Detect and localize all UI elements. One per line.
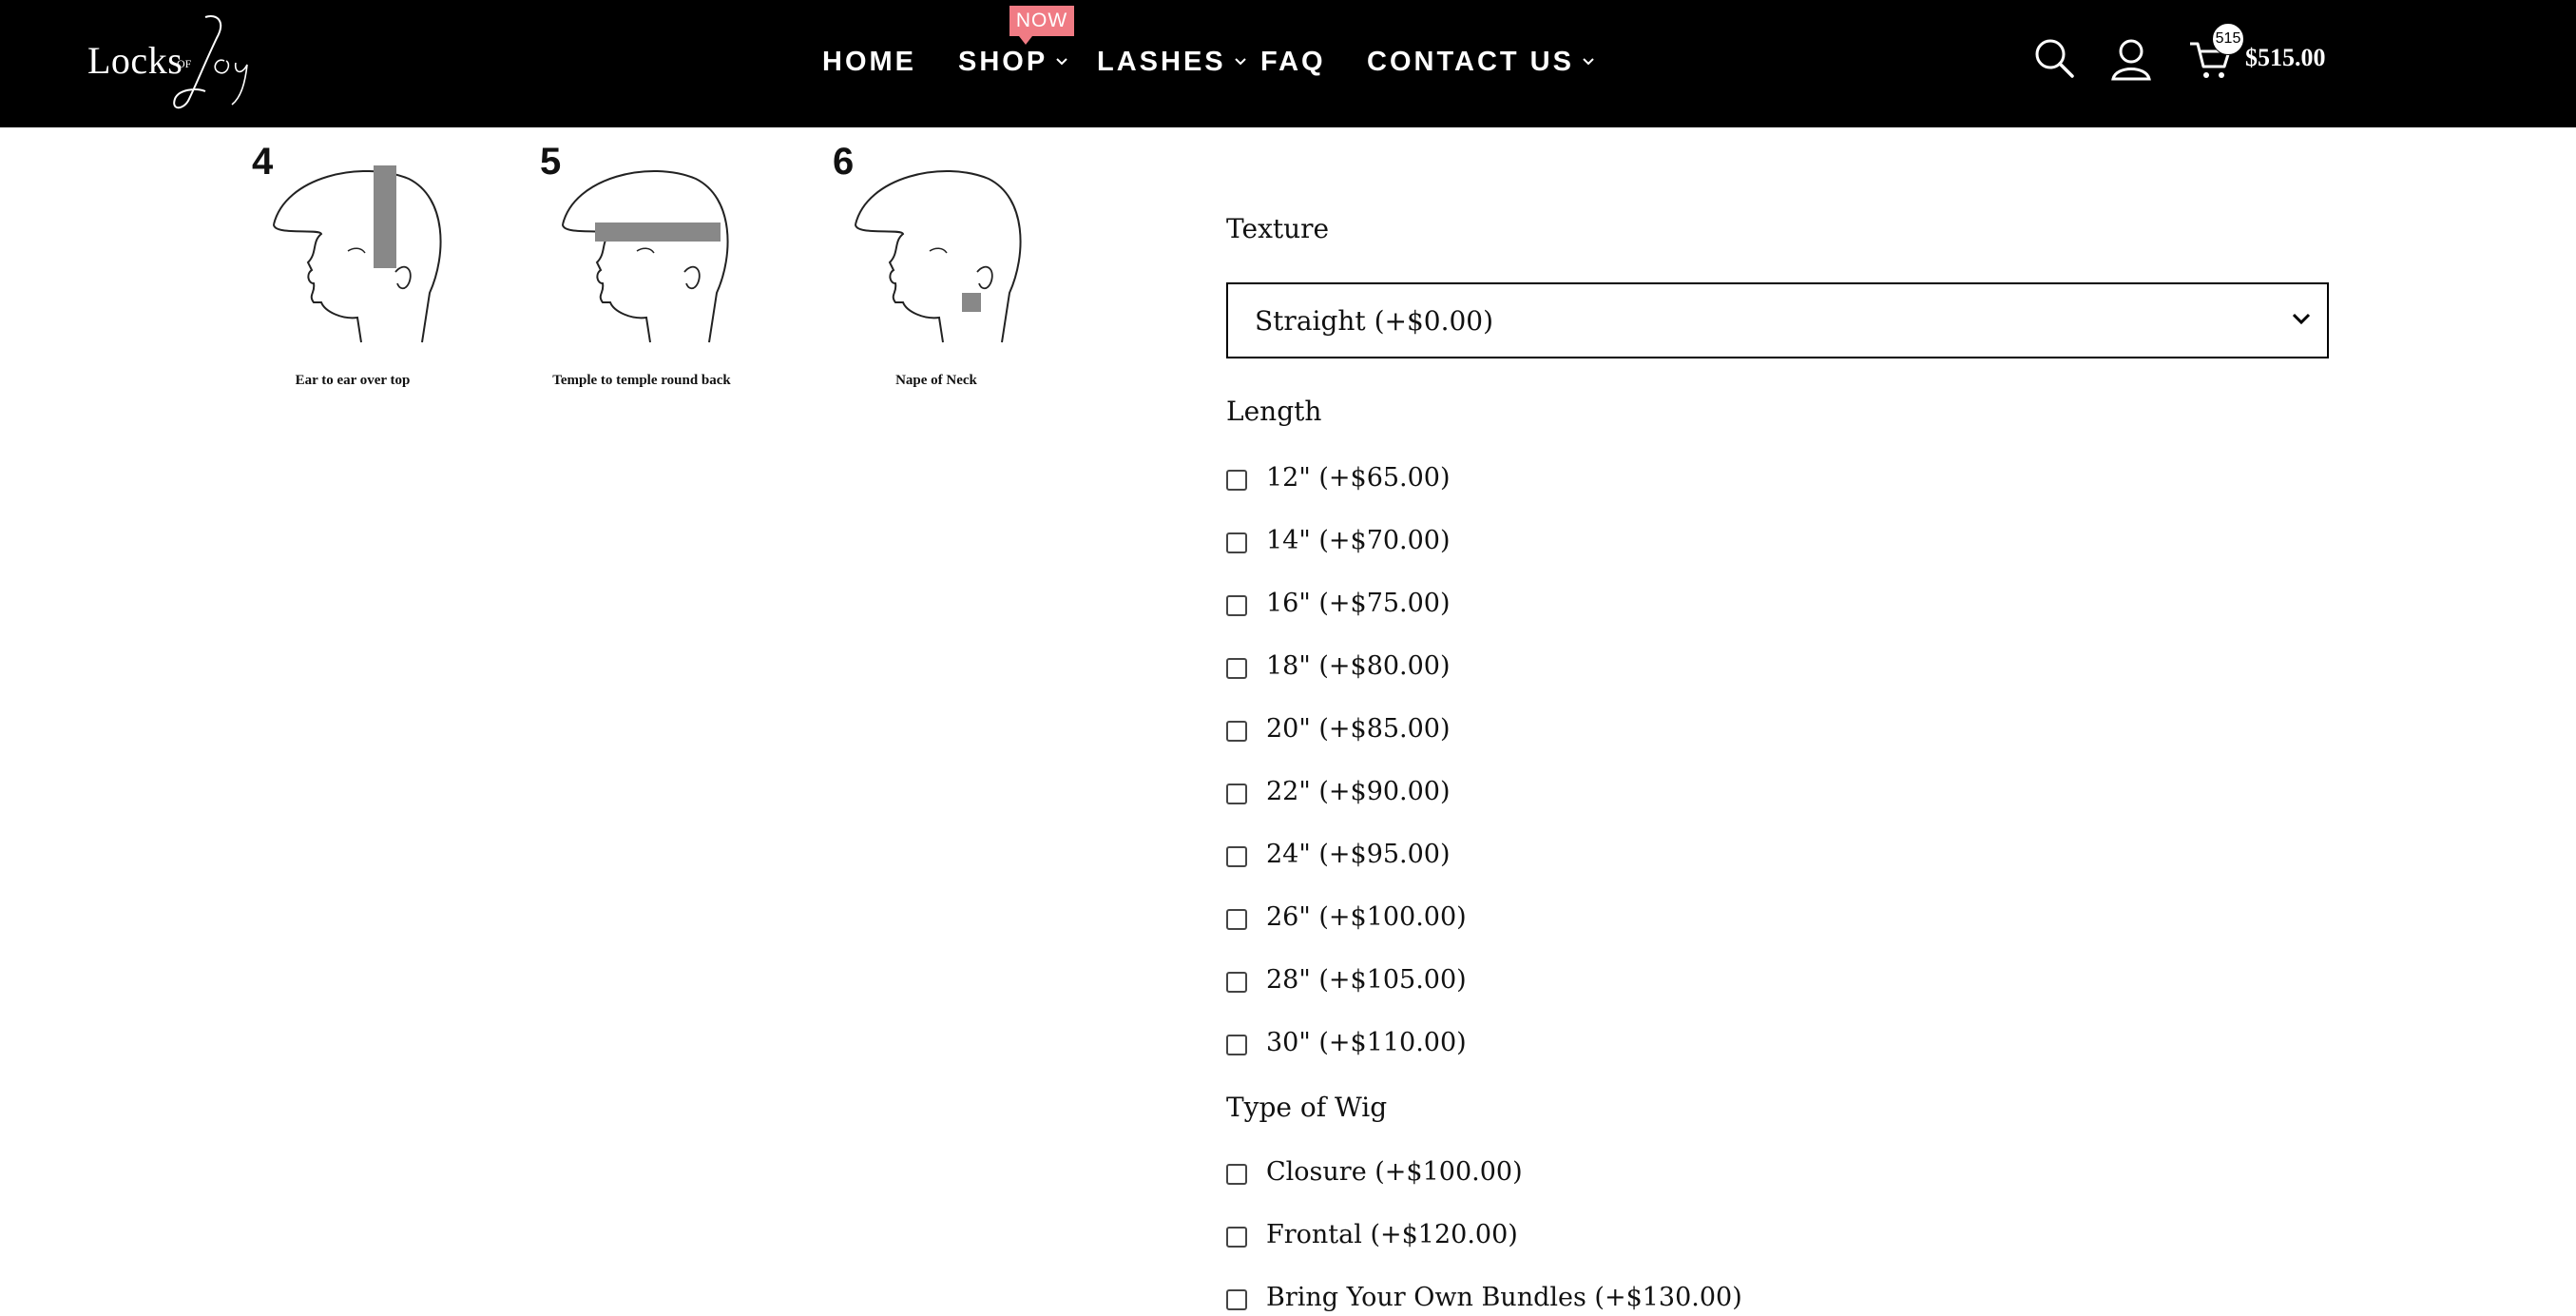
head-profile-image	[855, 170, 1022, 343]
nav-home[interactable]: HOME	[822, 38, 916, 86]
cart-count-badge: 515	[2212, 23, 2244, 55]
diagram-caption: Nape of Neck	[895, 373, 977, 388]
length-checkbox[interactable]	[1226, 972, 1247, 993]
wig-type-option[interactable]: Frontal (+$120.00)	[1226, 1215, 1518, 1253]
nav-shop[interactable]: SHOP	[958, 38, 1068, 86]
length-checkbox[interactable]	[1226, 909, 1247, 930]
wig-type-option-label: Closure (+$100.00)	[1266, 1156, 1523, 1187]
nav-lashes[interactable]: LASHES	[1097, 38, 1247, 86]
nav-contact[interactable]: CONTACT US	[1367, 38, 1595, 86]
chevron-down-icon	[1234, 58, 1246, 66]
measurement-diagram-6: 6 Nape of Neck	[798, 141, 1074, 397]
nav-home-label: HOME	[822, 46, 916, 77]
length-option-label: 14" (+$70.00)	[1266, 525, 1451, 555]
wig-type-label: Type of Wig	[1226, 1092, 1388, 1123]
nav-shop-label: SHOP	[958, 46, 1048, 77]
nav-contact-label: CONTACT US	[1367, 46, 1574, 77]
wig-type-option[interactable]: Closure (+$100.00)	[1226, 1152, 1523, 1190]
length-option-label: 22" (+$90.00)	[1266, 776, 1451, 806]
length-checkbox[interactable]	[1226, 470, 1247, 491]
length-checkbox[interactable]	[1226, 595, 1247, 616]
length-option[interactable]: 26" (+$100.00)	[1226, 898, 1467, 936]
length-checkbox[interactable]	[1226, 846, 1247, 867]
length-option[interactable]: 30" (+$110.00)	[1226, 1023, 1467, 1061]
length-checkbox[interactable]	[1226, 721, 1247, 742]
user-icon	[2111, 39, 2151, 81]
length-option-label: 16" (+$75.00)	[1266, 588, 1451, 618]
chevron-down-icon	[1583, 58, 1594, 66]
length-label: Length	[1226, 396, 1322, 427]
cart-total[interactable]: $515.00	[2245, 44, 2326, 72]
length-checkbox[interactable]	[1226, 658, 1247, 679]
length-option-label: 24" (+$95.00)	[1266, 839, 1451, 869]
texture-selected-value: Straight (+$0.00)	[1255, 305, 1494, 337]
length-option-label: 30" (+$110.00)	[1266, 1027, 1467, 1057]
length-option-label: 20" (+$85.00)	[1266, 713, 1451, 744]
length-option[interactable]: 28" (+$105.00)	[1226, 960, 1467, 998]
length-option[interactable]: 12" (+$65.00)	[1226, 458, 1451, 496]
logo-text: Locks	[87, 39, 183, 82]
length-option[interactable]: 16" (+$75.00)	[1226, 584, 1451, 622]
nav-faq[interactable]: FAQ	[1260, 38, 1326, 86]
length-checkbox[interactable]	[1226, 532, 1247, 553]
measurement-diagram-4: 4 Ear to ear over top	[219, 141, 494, 397]
head-profile-image	[273, 165, 442, 343]
chevron-down-icon	[1056, 58, 1067, 66]
search-icon	[2035, 39, 2074, 78]
wig-type-checkbox[interactable]	[1226, 1227, 1247, 1248]
search-button[interactable]	[2032, 36, 2078, 82]
length-option-label: 18" (+$80.00)	[1266, 650, 1451, 681]
wig-type-checkbox[interactable]	[1226, 1164, 1247, 1185]
diagram-caption: Ear to ear over top	[295, 373, 411, 388]
wig-type-option[interactable]: Bring Your Own Bundles (+$130.00)	[1226, 1278, 1742, 1316]
site-header: Locks OF NOW HOME SHOP LASHES FAQ CONTAC…	[0, 0, 2576, 127]
site-logo[interactable]: Locks OF	[84, 10, 264, 114]
length-option[interactable]: 20" (+$85.00)	[1226, 709, 1451, 747]
length-option[interactable]: 22" (+$90.00)	[1226, 772, 1451, 810]
shop-now-badge: NOW	[1009, 6, 1074, 45]
length-option-label: 26" (+$100.00)	[1266, 901, 1467, 932]
head-profile-image	[562, 170, 729, 343]
chevron-down-icon	[2292, 313, 2311, 325]
length-option[interactable]: 24" (+$95.00)	[1226, 835, 1451, 873]
length-option-label: 28" (+$105.00)	[1266, 964, 1467, 995]
measurement-diagram-5: 5 Temple to temple round back	[494, 141, 770, 397]
length-checkbox[interactable]	[1226, 1035, 1247, 1055]
length-option[interactable]: 18" (+$80.00)	[1226, 647, 1451, 685]
length-checkbox[interactable]	[1226, 784, 1247, 804]
logo-connector: OF	[177, 57, 192, 70]
length-option-label: 12" (+$65.00)	[1266, 462, 1451, 493]
account-button[interactable]	[2108, 36, 2154, 82]
length-option[interactable]: 14" (+$70.00)	[1226, 521, 1451, 559]
wig-type-option-label: Bring Your Own Bundles (+$130.00)	[1266, 1282, 1742, 1312]
texture-select[interactable]: Straight (+$0.00)	[1226, 282, 2329, 358]
nav-faq-label: FAQ	[1260, 46, 1326, 77]
texture-label: Texture	[1226, 213, 1330, 244]
wig-type-checkbox[interactable]	[1226, 1289, 1247, 1310]
nav-lashes-label: LASHES	[1097, 46, 1226, 77]
wig-type-option-label: Frontal (+$120.00)	[1266, 1219, 1518, 1249]
diagram-caption: Temple to temple round back	[552, 373, 731, 388]
